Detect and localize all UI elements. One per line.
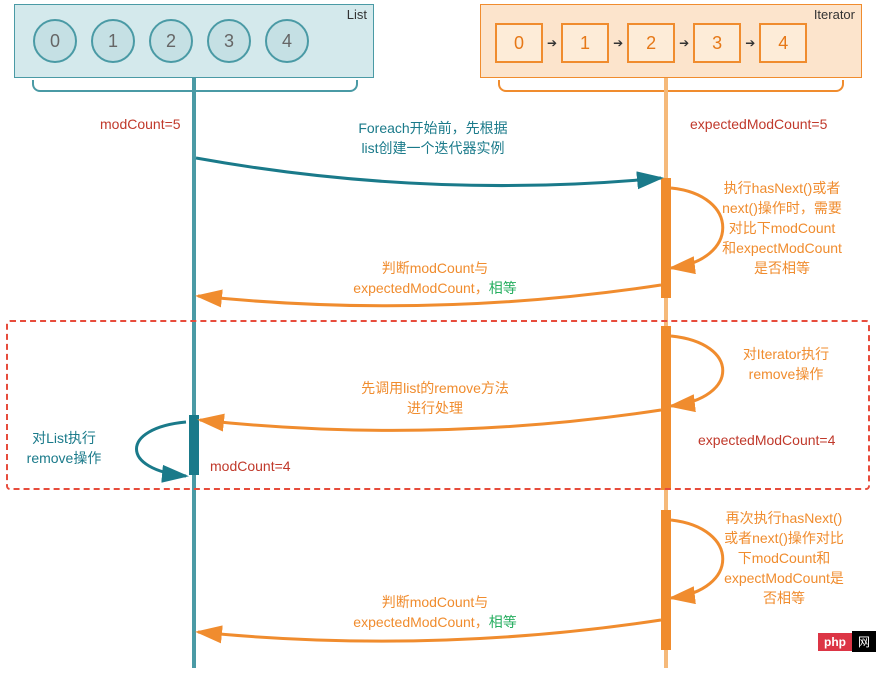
- activation-bar: [661, 178, 671, 298]
- list-container: List 0 1 2 3 4: [14, 4, 374, 78]
- msg-hasnext2: 再次执行hasNext() 或者next()操作对比 下modCount和 ex…: [702, 508, 866, 608]
- iterator-item: 0: [495, 23, 543, 63]
- iterator-item: 1: [561, 23, 609, 63]
- arrow-icon: ➔: [613, 36, 623, 50]
- list-remove-label: 对List执行 remove操作: [14, 428, 114, 468]
- list-items: 0 1 2 3 4: [15, 5, 373, 77]
- msg-hasnext1: 执行hasNext()或者 next()操作时，需要 对比下modCount 和…: [702, 178, 862, 278]
- iterator-items: 0 ➔ 1 ➔ 2 ➔ 3 ➔ 4: [481, 5, 861, 81]
- badge-left: php: [818, 633, 852, 651]
- list-item: 3: [207, 19, 251, 63]
- brace-right: [498, 80, 844, 92]
- arrow-icon: ➔: [679, 36, 689, 50]
- list-title: List: [347, 7, 367, 22]
- php-badge: php 网: [818, 631, 876, 652]
- badge-right: 网: [852, 631, 876, 652]
- iterator-item: 2: [627, 23, 675, 63]
- expected-modcount-label: expectedModCount=5: [690, 116, 827, 132]
- iterator-title: Iterator: [814, 7, 855, 22]
- list-item: 4: [265, 19, 309, 63]
- list-item: 1: [91, 19, 135, 63]
- arrow-icon: ➔: [745, 36, 755, 50]
- msg-iter-remove: 对Iterator执行 remove操作: [716, 344, 856, 384]
- msg-foreach: Foreach开始前，先根据 list创建一个迭代器实例: [316, 118, 550, 158]
- activation-bar: [661, 510, 671, 650]
- list-item: 2: [149, 19, 193, 63]
- arrow-icon: ➔: [547, 36, 557, 50]
- msg-judge1: 判断modCount与 expectedModCount，相等: [320, 258, 550, 298]
- list-item: 0: [33, 19, 77, 63]
- msg-list-remove: 先调用list的remove方法 进行处理: [320, 378, 550, 418]
- expected4-label: expectedModCount=4: [698, 432, 835, 448]
- modcount-label: modCount=5: [100, 116, 181, 132]
- msg-judge2: 判断modCount与 expectedModCount，相等: [320, 592, 550, 632]
- modcount4-label: modCount=4: [210, 458, 291, 474]
- iterator-item: 4: [759, 23, 807, 63]
- iterator-item: 3: [693, 23, 741, 63]
- iterator-container: Iterator 0 ➔ 1 ➔ 2 ➔ 3 ➔ 4: [480, 4, 862, 78]
